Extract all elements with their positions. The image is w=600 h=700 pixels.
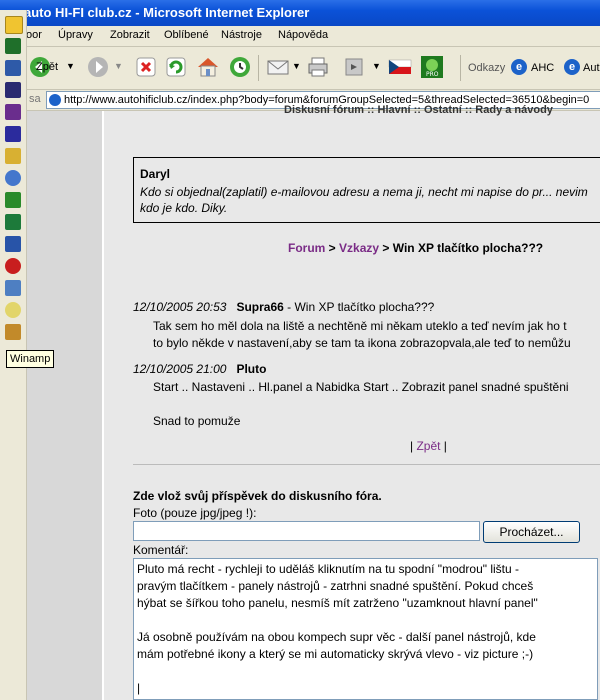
app-green-icon[interactable] xyxy=(5,38,21,54)
menu-soubor[interactable]: oor xyxy=(26,29,42,41)
menu-nastroje[interactable]: Nástroje xyxy=(221,29,262,41)
refresh-button[interactable] xyxy=(164,55,188,79)
comment-label: Komentář: xyxy=(133,543,189,557)
back-link-bar: | xyxy=(440,439,447,453)
link-aut[interactable]: Aut xyxy=(583,62,600,74)
post-line: Snad to pomuže xyxy=(153,414,241,428)
photo-file-input[interactable] xyxy=(133,521,480,541)
toolbar-separator xyxy=(258,55,259,81)
winamp-tooltip: Winamp xyxy=(6,350,55,368)
address-label: sa xyxy=(29,93,41,105)
post-line: Start .. Nastaveni .. Hl.panel a Nabidka… xyxy=(153,380,569,394)
svg-text:PRO: PRO xyxy=(426,71,439,78)
menu-oblibene[interactable]: Oblíbené xyxy=(164,29,209,41)
announcement-text: Kdo si objednal(zaplatil) e-mailovou adr… xyxy=(140,185,588,215)
links-label: Odkazy xyxy=(468,62,506,74)
post-author[interactable]: Pluto xyxy=(236,362,266,376)
ie-link-icon[interactable]: e xyxy=(511,59,527,75)
announcement-author: Daryl xyxy=(140,167,171,181)
window-title-bar[interactable]: auto HI-FI club.cz - Microsoft Internet … xyxy=(0,0,600,26)
app-yellow-icon[interactable] xyxy=(5,148,21,164)
menu-bar: oor Úpravy Zobrazit Oblíbené Nástroje Ná… xyxy=(0,26,600,47)
app-blue-circle-icon[interactable] xyxy=(5,60,21,76)
icq-button[interactable]: PRO xyxy=(420,55,444,79)
forward-button[interactable] xyxy=(86,55,110,79)
post-line: Tak sem ho měl dola na liště a nechtěně … xyxy=(153,319,567,333)
post-author[interactable]: Supra66 xyxy=(236,300,283,314)
breadcrumb-thread: Win XP tlačítko plocha??? xyxy=(392,241,544,255)
app-purple-icon[interactable] xyxy=(5,104,21,120)
back-link-row: | Zpět | xyxy=(410,439,447,453)
announcement-box: Daryl Kdo si objednal(zaplatil) e-mailov… xyxy=(133,157,600,223)
excel-icon[interactable] xyxy=(5,214,21,230)
breadcrumb: Forum > Vzkazy > Win XP tlačítko plocha?… xyxy=(288,241,543,255)
folder-icon[interactable] xyxy=(5,16,23,34)
word-icon[interactable] xyxy=(5,236,21,252)
post-subject: - Win XP tlačítko plocha??? xyxy=(283,300,435,314)
menu-zobrazit[interactable]: Zobrazit xyxy=(110,29,150,41)
icq-icon[interactable] xyxy=(5,192,21,208)
back-label[interactable]: Zpět xyxy=(36,61,58,73)
mail-dropdown-icon[interactable]: ▼ xyxy=(292,61,301,71)
czech-flag-icon[interactable] xyxy=(388,55,412,79)
bs-icon[interactable] xyxy=(5,170,21,186)
edit-button[interactable] xyxy=(342,55,366,79)
stop-button[interactable] xyxy=(134,55,158,79)
divider xyxy=(133,464,600,465)
skype-icon[interactable] xyxy=(5,258,21,274)
photo-label: Foto (pouze jpg/jpeg !): xyxy=(133,506,257,520)
back-dropdown-icon[interactable]: ▼ xyxy=(66,61,75,71)
menu-napoveda[interactable]: Nápověda xyxy=(278,29,328,41)
window-title: auto HI-FI club.cz - Microsoft Internet … xyxy=(24,5,310,20)
home-button[interactable] xyxy=(196,55,220,79)
post-form-title: Zde vlož svůj příspěvek do diskusního fó… xyxy=(133,489,382,503)
menu-upravy[interactable]: Úpravy xyxy=(58,29,93,41)
post-date: 12/10/2005 21:00 xyxy=(133,362,227,376)
comment-textarea[interactable]: Pluto má recht - rychleji to uděláš klik… xyxy=(133,558,598,700)
breadcrumb-vzkazy[interactable]: Vzkazy xyxy=(339,241,379,255)
browse-button[interactable]: Procházet... xyxy=(483,521,580,543)
toolbar-separator-2 xyxy=(460,55,461,81)
edit-dropdown-icon[interactable]: ▼ xyxy=(372,61,381,71)
history-button[interactable] xyxy=(228,55,252,79)
page-icon xyxy=(49,94,61,106)
post-line xyxy=(153,396,569,413)
floppy-icon[interactable] xyxy=(5,126,21,142)
print-button[interactable] xyxy=(306,55,330,79)
forum-header-strip: Diskusní fórum :: Hlavní :: Ostatní :: R… xyxy=(284,104,553,116)
mail-button[interactable] xyxy=(266,55,290,79)
app-lightblue-icon[interactable] xyxy=(5,280,21,296)
back-link[interactable]: Zpět xyxy=(416,439,440,453)
app-disc-icon[interactable] xyxy=(5,302,21,318)
ie-link-icon-2[interactable]: e xyxy=(564,59,580,75)
media-player-icon[interactable] xyxy=(5,82,21,98)
breadcrumb-forum[interactable]: Forum xyxy=(288,241,325,255)
post-body: Tak sem ho měl dola na liště a nechtěně … xyxy=(153,318,571,352)
toolbar: Zpět ▼ ▼ ▼ ▼ PRO Odkazy e AHC e Aut xyxy=(0,47,600,90)
winamp-icon[interactable] xyxy=(5,324,21,340)
post-date: 12/10/2005 20:53 xyxy=(133,300,227,314)
post-header: 12/10/2005 21:00 Pluto xyxy=(133,362,266,376)
breadcrumb-separator: > xyxy=(379,241,393,255)
link-ahc[interactable]: AHC xyxy=(531,62,554,74)
forward-dropdown-icon[interactable]: ▼ xyxy=(114,61,123,71)
post-line: to bylo někde v nastavení,aby se tam ta … xyxy=(153,336,571,350)
post-body: Start .. Nastaveni .. Hl.panel a Nabidka… xyxy=(153,379,569,430)
post-header: 12/10/2005 20:53 Supra66 - Win XP tlačít… xyxy=(133,300,434,314)
breadcrumb-separator: > xyxy=(325,241,340,255)
